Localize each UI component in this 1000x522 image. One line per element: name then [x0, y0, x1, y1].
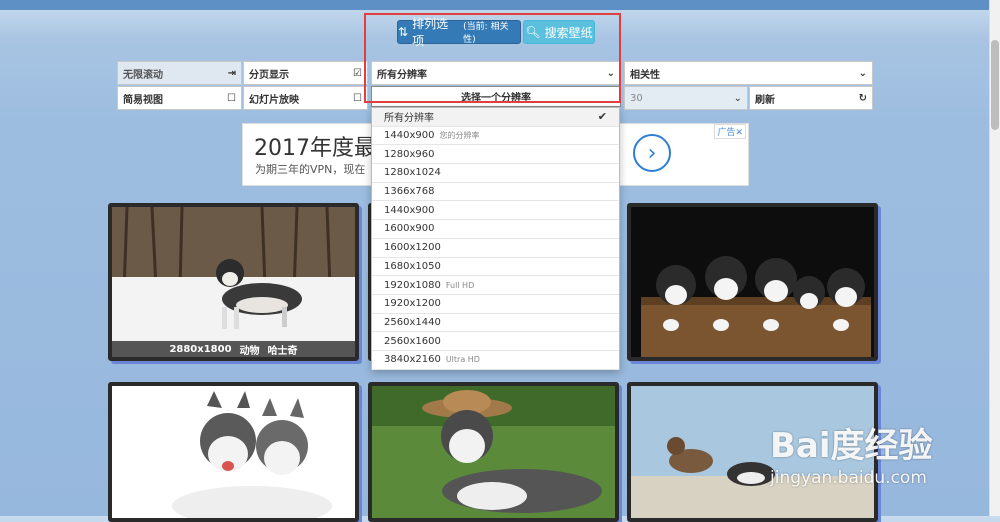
slideshow-label: 幻灯片放映 [249, 94, 299, 106]
wallpaper-tag-animal[interactable]: 动物 [240, 342, 260, 357]
resolution-option[interactable]: 1366x768 [372, 183, 619, 202]
edit-check-icon: ☑ [353, 67, 362, 79]
two-huskies-image [112, 386, 355, 518]
resolution-option-label: 2560x1600 [384, 335, 441, 347]
resolution-option[interactable]: 1600x1200 [372, 239, 619, 258]
infinite-scroll-label: 无限滚动 [123, 69, 163, 81]
husky-snow-image [112, 207, 355, 357]
husky-hat-image [372, 386, 615, 518]
choose-resolution-header: 选择一个分辨率 [371, 86, 621, 107]
resolution-option[interactable]: 1280x1024 [372, 164, 619, 183]
resolution-option-label: 1920x1080 [384, 279, 441, 291]
resolution-option-label: 1280x1024 [384, 167, 441, 179]
resolution-select-value: 所有分辨率 [377, 69, 427, 81]
resolution-option-note: Ultra HD [445, 355, 480, 365]
resolution-option[interactable]: 所有分辨率 ✔ [372, 108, 619, 127]
wallpaper-card[interactable] [627, 203, 878, 361]
resolution-option-label: 1440x900 [384, 130, 435, 142]
sort-current-label: (当前: 相关性) [463, 22, 509, 45]
resolution-option[interactable]: 1920x1200 [372, 295, 619, 314]
resolution-option-label: 1280x960 [384, 148, 435, 160]
resolution-option[interactable]: 1440x900 [372, 201, 619, 221]
resolution-option-label: 3840x2160 [384, 354, 441, 366]
page-scrollbar[interactable] [989, 0, 1000, 516]
resolution-option-label: 1600x900 [384, 223, 435, 235]
wallpaper-caption: 2880x1800 动物 哈士奇 [112, 341, 355, 357]
resolution-option[interactable]: 2560x1600 [372, 332, 619, 351]
checkbox-empty-icon: ☐ [227, 92, 236, 104]
resolution-dropdown-list[interactable]: 所有分辨率 ✔ 1440x900 您的分辨率 1280x960 1280x1024 1366… [371, 107, 620, 370]
baidu-jingyan-watermark: Bai度经验 jingyan.baidu.com [770, 410, 960, 500]
scrollbar-thumb[interactable] [991, 40, 999, 130]
choose-resolution-label: 选择一个分辨率 [461, 93, 531, 104]
chevron-right-icon[interactable]: › [633, 134, 671, 172]
wallpaper-tag-husky[interactable]: 哈士奇 [268, 342, 298, 357]
checkbox-empty-icon: ☐ [353, 92, 362, 104]
resolution-option[interactable]: 2560x1440 [372, 314, 619, 333]
refresh-button[interactable]: 刷新 ↻ [749, 86, 873, 110]
resolution-option-label: 1680x1050 [384, 260, 441, 272]
ad-tag-label: 广告 [717, 128, 736, 138]
per-page-value: 30 [630, 92, 643, 104]
wallpaper-card[interactable] [368, 382, 619, 522]
sort-options-button[interactable]: ⇅ 排列选项 (当前: 相关性) [397, 17, 521, 48]
resolution-select[interactable]: 所有分辨率 ⌄ [371, 61, 621, 85]
ad-title: 2017年度最 [254, 136, 376, 161]
refresh-icon: ↻ [858, 92, 867, 104]
chevron-down-icon: ⌄ [606, 67, 615, 79]
wallpaper-card[interactable]: 2880x1800 动物 哈士奇 [108, 203, 359, 361]
ad-tag[interactable]: 广告✕ [714, 124, 746, 139]
resolution-option-label: 1600x1200 [384, 242, 441, 254]
sign-in-icon: ⇥ [227, 67, 236, 79]
wallpaper-card[interactable] [108, 382, 359, 522]
resolution-option[interactable]: 1920x1080 Full HD [372, 276, 619, 295]
wallpaper-resolution: 2880x1800 [169, 343, 232, 355]
chevron-down-icon: ⌄ [733, 92, 742, 104]
resolution-option-note: Full HD [445, 280, 475, 290]
sort-icon: ⇅ [398, 25, 409, 39]
per-page-select[interactable]: 30 ⌄ [624, 86, 748, 110]
resolution-option-label: 1920x1200 [384, 298, 441, 310]
resolution-option[interactable]: 1600x900 [372, 220, 619, 239]
search-wallpaper-button[interactable]: 🔍︎ 搜索壁纸 [523, 20, 595, 44]
top-band [0, 0, 990, 10]
slideshow-toggle[interactable]: 幻灯片放映 ☐ [243, 86, 368, 110]
refresh-label: 刷新 [755, 94, 775, 106]
resolution-option-label: 所有分辨率 [384, 113, 434, 125]
husky-puppies-image [631, 207, 874, 357]
simple-view-label: 简易视图 [123, 94, 163, 106]
pagination-label: 分页显示 [249, 69, 289, 81]
resolution-option[interactable]: 3840x2160 Ultra HD [372, 351, 619, 370]
resolution-option-note: 您的分辨率 [439, 131, 480, 141]
chevron-down-icon: ⌄ [858, 67, 867, 79]
pagination-toggle[interactable]: 分页显示 ☑ [243, 61, 368, 85]
checkmark-icon: ✔ [597, 110, 607, 124]
resolution-option-label: 1440x900 [384, 204, 435, 216]
resolution-option[interactable]: 1440x900 您的分辨率 [372, 127, 619, 146]
sort-options-label: 排列选项 [412, 17, 449, 48]
sort-by-value: 相关性 [630, 69, 660, 81]
watermark-main: Bai度经验 [770, 426, 933, 466]
search-wallpaper-label: 搜索壁纸 [544, 25, 593, 40]
ad-description: 为期三年的VPN，现在 [255, 163, 366, 176]
sort-by-select[interactable]: 相关性 ⌄ [624, 61, 873, 85]
infinite-scroll-toggle[interactable]: 无限滚动 ⇥ [117, 61, 242, 85]
search-icon: 🔍︎ [525, 25, 541, 39]
resolution-option[interactable]: 1680x1050 [372, 258, 619, 277]
watermark-sub: jingyan.baidu.com [770, 468, 927, 488]
simple-view-toggle[interactable]: 简易视图 ☐ [117, 86, 242, 110]
resolution-option-label: 1366x768 [384, 186, 435, 198]
resolution-option[interactable]: 1280x960 [372, 145, 619, 165]
resolution-option-label: 2560x1440 [384, 316, 441, 328]
